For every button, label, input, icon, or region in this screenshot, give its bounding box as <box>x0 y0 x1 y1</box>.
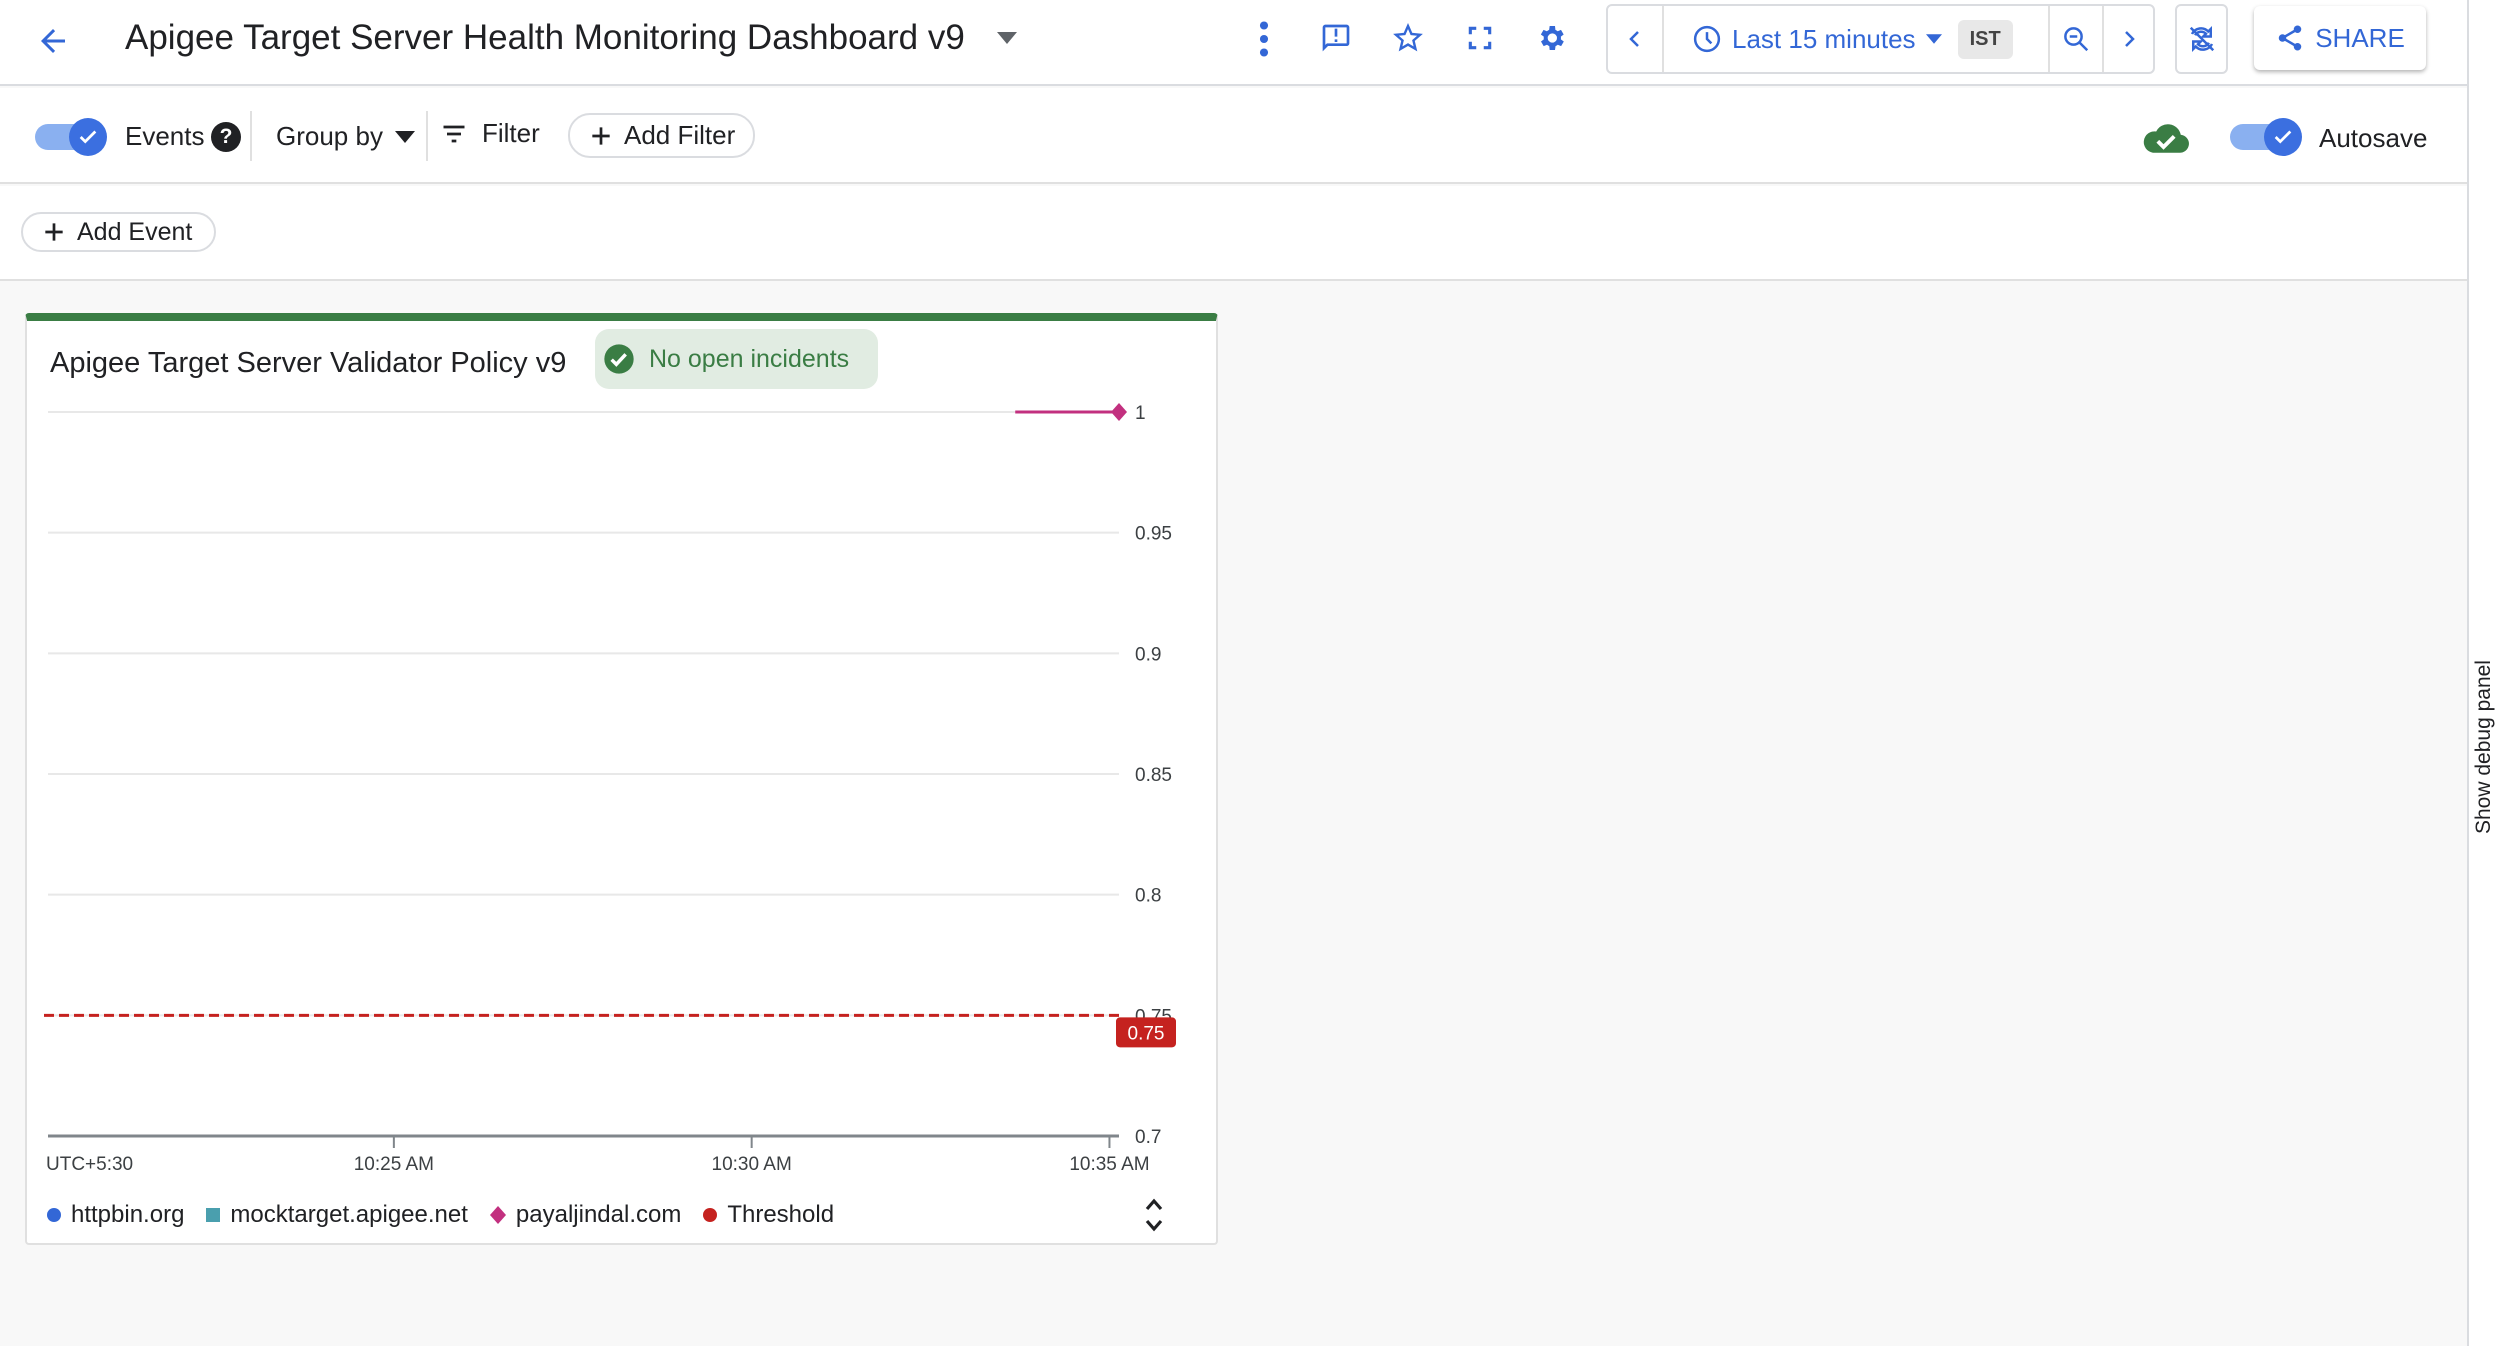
debug-panel-strip[interactable]: Show debug panel <box>2467 0 2502 1346</box>
legend-label: mocktarget.apigee.net <box>230 1201 468 1228</box>
add-event-label: Add Event <box>77 217 193 246</box>
page-title: Apigee Target Server Health Monitoring D… <box>125 18 965 57</box>
zoom-out-icon[interactable] <box>2048 6 2104 72</box>
expand-legend-icon[interactable] <box>1139 1193 1169 1237</box>
chevron-right-icon[interactable] <box>2104 6 2154 72</box>
events-row: Add Event <box>0 186 2467 281</box>
filter-label: Filter <box>482 118 540 148</box>
legend-label: Threshold <box>727 1201 835 1228</box>
feedback-icon[interactable] <box>1318 20 1354 56</box>
widget-title: Apigee Target Server Validator Policy v9 <box>50 347 567 379</box>
incident-status-badge[interactable]: No open incidents <box>595 329 878 389</box>
help-icon[interactable]: ? <box>211 122 241 152</box>
more-vert-icon[interactable] <box>1248 18 1280 60</box>
time-range-group: Last 15 minutes IST <box>1606 4 2155 74</box>
timezone-badge[interactable]: IST <box>1957 19 2013 59</box>
legend-item-threshold[interactable]: Threshold <box>703 1201 834 1229</box>
legend-item-payaljindal[interactable]: payaljindal.com <box>489 1201 682 1229</box>
show-debug-panel-label[interactable]: Show debug panel <box>2472 622 2496 872</box>
chevron-left-icon[interactable] <box>1608 6 1664 72</box>
sync-disabled-icon[interactable] <box>2175 4 2228 74</box>
autosave-toggle[interactable] <box>2230 118 2304 156</box>
check-circle-icon <box>604 344 634 374</box>
clock-icon <box>1693 25 1721 53</box>
title-dropdown-icon[interactable] <box>995 26 1019 50</box>
chart-widget-card: Apigee Target Server Validator Policy v9… <box>25 313 1218 1245</box>
add-filter-label: Add Filter <box>624 120 736 150</box>
time-range-selector[interactable]: Last 15 minutes IST <box>1666 6 2048 72</box>
fullscreen-icon[interactable] <box>1462 20 1498 56</box>
settings-icon[interactable] <box>1533 20 1569 56</box>
legend-item-mocktarget[interactable]: mocktarget.apigee.net <box>206 1201 468 1229</box>
cloud-saved-icon <box>2140 118 2192 158</box>
share-button[interactable]: SHARE <box>2254 6 2426 70</box>
divider <box>250 111 252 161</box>
filter-icon <box>443 125 465 142</box>
add-event-button[interactable]: Add Event <box>21 212 217 252</box>
filter-button[interactable]: Filter <box>440 118 540 149</box>
filter-toolbar: Events ? Group by Filter Add Filter Auto… <box>0 88 2467 184</box>
group-by-dropdown[interactable]: Group by <box>276 121 415 152</box>
star-icon[interactable] <box>1390 20 1426 56</box>
time-range-dropdown-icon <box>1925 34 1942 44</box>
divider <box>426 111 428 161</box>
share-label: SHARE <box>2315 22 2405 53</box>
group-by-label: Group by <box>276 121 383 151</box>
chart-legend: httpbin.org mocktarget.apigee.net payalj… <box>47 1201 834 1229</box>
back-arrow-icon[interactable] <box>30 18 76 64</box>
legend-item-httpbin[interactable]: httpbin.org <box>47 1201 184 1229</box>
incident-status-text: No open incidents <box>649 344 850 373</box>
plus-icon <box>592 126 610 145</box>
dropdown-icon <box>394 130 415 143</box>
autosave-label: Autosave <box>2319 123 2428 153</box>
events-toggle[interactable] <box>35 118 109 156</box>
time-range-label: Last 15 minutes <box>1732 23 1916 54</box>
share-icon <box>2278 25 2302 51</box>
add-filter-button[interactable]: Add Filter <box>568 113 756 158</box>
legend-label: httpbin.org <box>71 1201 185 1228</box>
events-label: Events <box>125 121 205 151</box>
plus-icon <box>45 223 63 241</box>
dashboard-header: Apigee Target Server Health Monitoring D… <box>0 0 2467 86</box>
legend-label: payaljindal.com <box>515 1201 682 1228</box>
